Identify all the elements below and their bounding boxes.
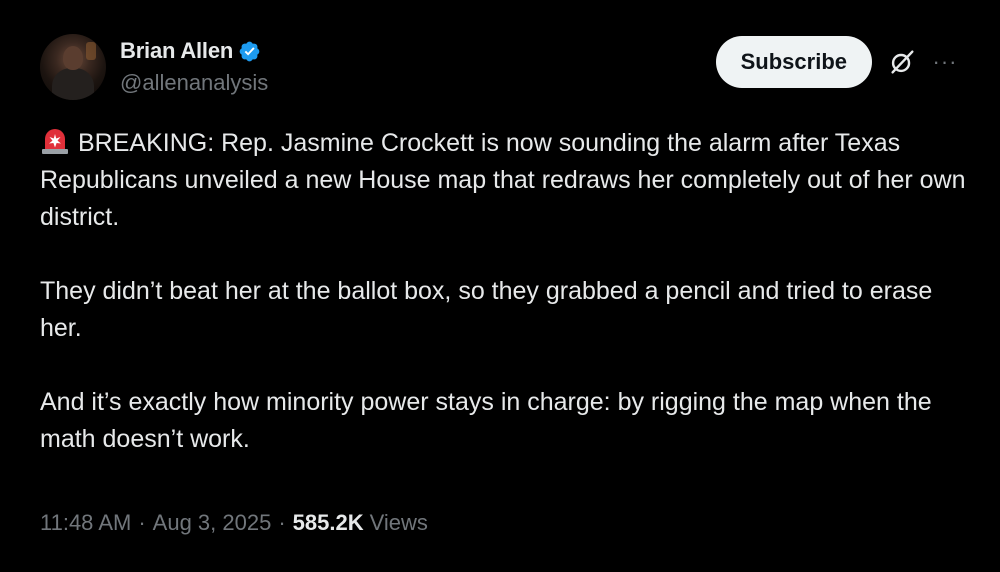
verified-badge-icon[interactable] bbox=[238, 40, 261, 63]
views-count[interactable]: 585.2K bbox=[293, 510, 364, 536]
meta-separator-2: · bbox=[278, 510, 286, 535]
subscribe-button[interactable]: Subscribe bbox=[715, 36, 872, 88]
tweet-time[interactable]: 11:48 AM bbox=[40, 510, 131, 536]
tweet-card: Brian Allen @allenanalysis Subscribe ··· bbox=[0, 0, 1000, 572]
tweet-paragraph-3: And it’s exactly how minority power stay… bbox=[40, 388, 932, 453]
more-dots-icon[interactable]: ··· bbox=[930, 46, 960, 78]
tweet-date[interactable]: Aug 3, 2025 bbox=[153, 510, 272, 536]
author-handle[interactable]: @allenanalysis bbox=[120, 70, 268, 96]
header-actions: Subscribe ··· bbox=[715, 36, 960, 88]
grok-slash-icon[interactable] bbox=[886, 46, 918, 78]
avatar[interactable] bbox=[40, 34, 106, 100]
police-siren-icon bbox=[40, 126, 70, 156]
tweet-text: BREAKING: Rep. Jasmine Crockett is now s… bbox=[40, 125, 970, 458]
name-row: Brian Allen bbox=[120, 38, 268, 64]
tweet-paragraph-1: BREAKING: Rep. Jasmine Crockett is now s… bbox=[40, 125, 970, 236]
author-info: Brian Allen @allenanalysis bbox=[120, 38, 268, 96]
meta-separator-1: · bbox=[138, 510, 146, 535]
author-display-name[interactable]: Brian Allen bbox=[120, 38, 233, 64]
tweet-paragraph-1-text: BREAKING: Rep. Jasmine Crockett is now s… bbox=[40, 129, 966, 231]
tweet-header: Brian Allen @allenanalysis Subscribe ··· bbox=[40, 34, 960, 106]
tweet-paragraph-2: They didn’t beat her at the ballot box, … bbox=[40, 277, 933, 342]
tweet-meta: 11:48 AM · Aug 3, 2025 · 585.2K Views bbox=[40, 510, 428, 536]
views-label[interactable]: Views bbox=[370, 510, 428, 536]
